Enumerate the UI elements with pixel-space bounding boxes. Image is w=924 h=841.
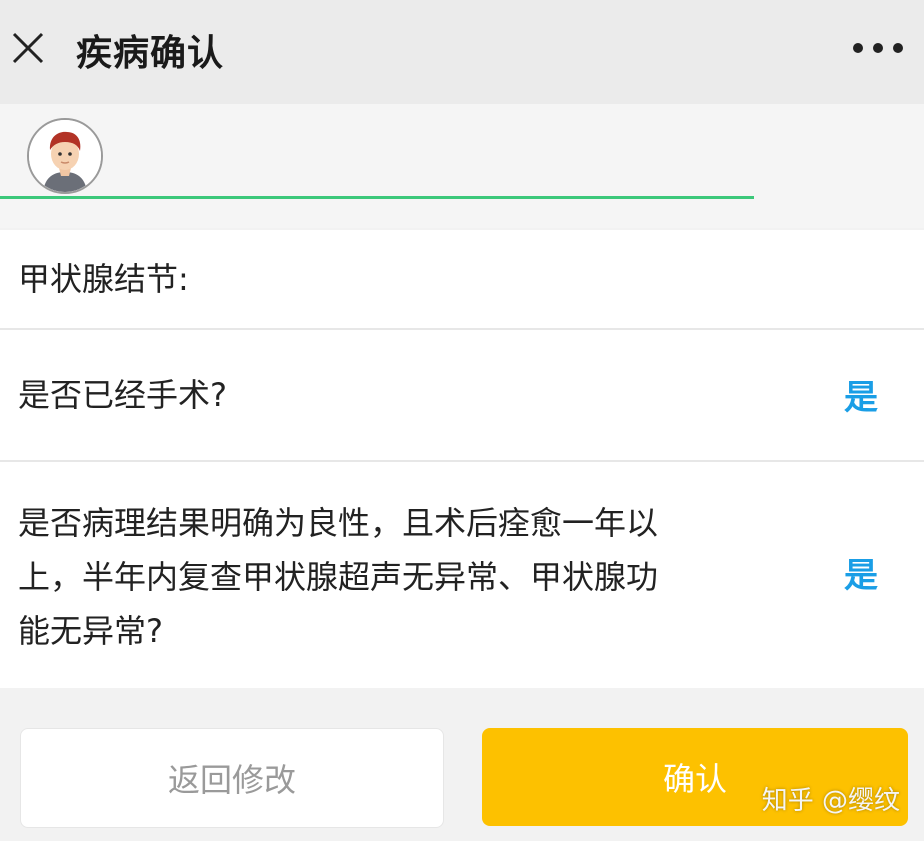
question-row-surgery[interactable]: 是否已经手术? 是	[0, 330, 924, 460]
more-icon	[853, 43, 903, 53]
close-icon	[12, 32, 44, 64]
watermark-text: 知乎 @缨纹	[761, 786, 900, 816]
watermark: 知乎 @缨纹	[762, 780, 900, 817]
question-label: 甲状腺结节:	[18, 260, 189, 298]
avatar[interactable]	[27, 118, 103, 194]
user-avatar-icon	[29, 120, 101, 192]
more-button[interactable]	[850, 30, 906, 66]
answer-value[interactable]: 是	[844, 548, 878, 597]
close-button[interactable]	[8, 28, 48, 68]
question-label: 是否病理结果明确为良性，且术后痊愈一年以 上，半年内复查甲状腺超声无异常、甲状腺…	[18, 496, 658, 658]
question-line: 能无异常?	[18, 612, 163, 650]
question-row-pathology[interactable]: 是否病理结果明确为良性，且术后痊愈一年以 上，半年内复查甲状腺超声无异常、甲状腺…	[0, 462, 924, 688]
top-bar: 疾病确认	[0, 0, 924, 104]
answer-value[interactable]: 是	[844, 370, 878, 419]
question-line: 是否病理结果明确为良性，且术后痊愈一年以	[18, 504, 659, 542]
avatar-underline	[0, 196, 754, 199]
question-line: 上，半年内复查甲状腺超声无异常、甲状腺功	[18, 558, 659, 596]
page-title: 疾病确认	[76, 33, 225, 74]
question-label: 是否已经手术?	[18, 376, 227, 414]
question-row-diagnosis: 甲状腺结节:	[0, 230, 924, 328]
avatar-band	[0, 104, 924, 228]
back-edit-button[interactable]: 返回修改	[20, 728, 444, 828]
